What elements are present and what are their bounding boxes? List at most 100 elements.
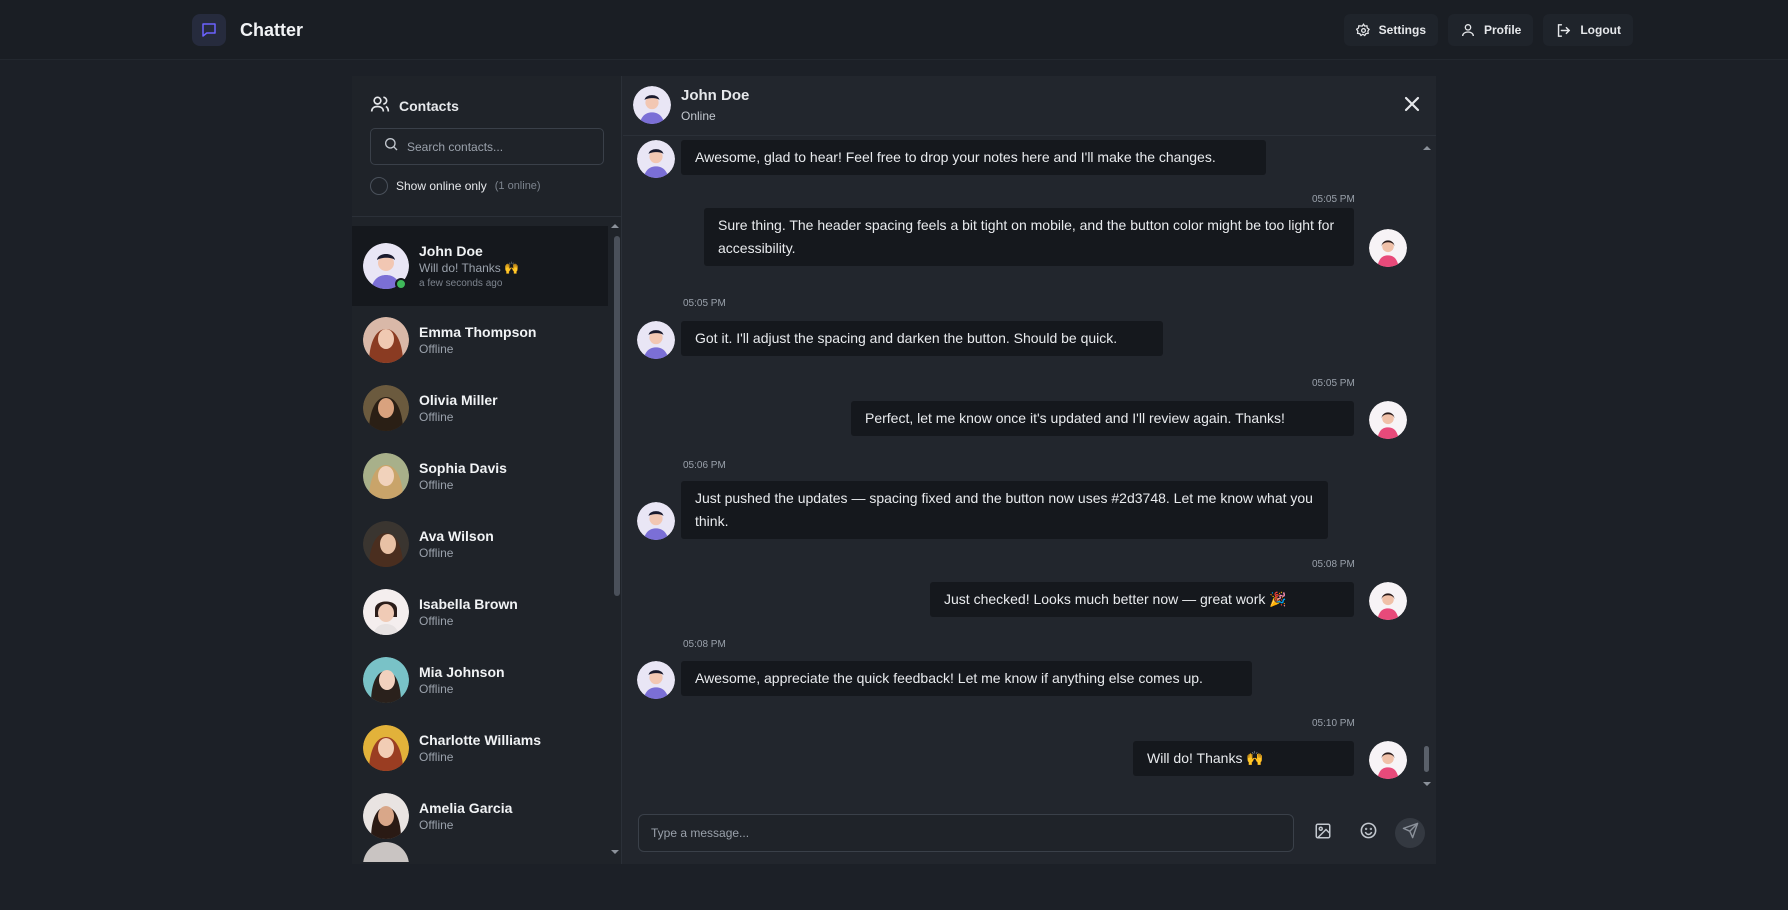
contact-info: Emma Thompson Offline (419, 323, 536, 358)
settings-button[interactable]: Settings (1343, 14, 1438, 46)
logout-label: Logout (1580, 23, 1621, 37)
contact-item[interactable]: Ava Wilson Offline (352, 510, 608, 578)
gear-icon (1355, 22, 1371, 38)
nav-actions: Settings Profile Logout (1343, 14, 1633, 46)
contact-status: Offline (419, 613, 454, 628)
avatar (1369, 741, 1407, 779)
contact-name: Mia Johnson (419, 663, 505, 680)
contact-item[interactable]: Amelia Garcia Offline (352, 782, 608, 850)
contact-status: Offline (419, 341, 454, 356)
avatar (1369, 229, 1407, 267)
contact-item[interactable]: Sophia Davis Offline (352, 442, 608, 510)
contact-status: Offline (419, 477, 454, 492)
contacts-title: Contacts (399, 97, 459, 114)
contact-item[interactable]: Emma Thompson Offline (352, 306, 608, 374)
contact-item[interactable]: Mia Johnson Offline (352, 646, 608, 714)
contact-time: a few seconds ago (419, 277, 503, 289)
message-composer (623, 796, 1436, 864)
chat-contact-status: Online (681, 109, 716, 123)
message-time: 05:05 PM (1312, 194, 1355, 205)
message-time: 05:08 PM (1312, 559, 1355, 570)
online-only-toggle[interactable]: Show online only (1 online) (370, 177, 541, 195)
message-bubble: Got it. I'll adjust the spacing and dark… (681, 321, 1163, 356)
logout-button[interactable]: Logout (1543, 14, 1633, 46)
message-time: 05:08 PM (683, 639, 726, 650)
attach-image-button[interactable] (1308, 818, 1338, 848)
scroll-down-arrow[interactable] (611, 850, 619, 854)
message-list: Awesome, glad to hear! Feel free to drop… (623, 137, 1436, 795)
contacts-scroll-thumb[interactable] (614, 236, 620, 596)
contact-name: Sophia Davis (419, 459, 507, 476)
contact-info: Mia Johnson Offline (419, 663, 505, 698)
message-bubble: Perfect, let me know once it's updated a… (851, 401, 1354, 436)
online-indicator (395, 278, 407, 290)
online-only-checkbox[interactable] (370, 177, 388, 195)
sidebar-header: Contacts Show online only (1 online) (352, 76, 621, 217)
close-chat-button[interactable] (1400, 92, 1424, 116)
chat-scroll-down-arrow[interactable] (1423, 782, 1431, 786)
message-bubble: Sure thing. The header spacing feels a b… (704, 208, 1354, 266)
logout-icon (1555, 22, 1572, 39)
search-box[interactable] (370, 128, 604, 165)
avatar (363, 589, 409, 635)
avatar (363, 521, 409, 567)
message-time: 05:05 PM (1312, 378, 1355, 389)
send-button[interactable] (1395, 818, 1425, 848)
avatar (633, 86, 671, 124)
contact-status: Offline (419, 749, 454, 764)
search-input[interactable] (407, 139, 597, 154)
avatar (363, 453, 409, 499)
contact-info: Amelia Garcia Offline (419, 799, 512, 834)
search-icon (383, 136, 399, 157)
avatar (1369, 401, 1407, 439)
online-count: (1 online) (494, 180, 541, 192)
scroll-up-arrow[interactable] (611, 224, 619, 228)
chat-app: Contacts Show online only (1 online) (352, 76, 1436, 864)
online-only-label: Show online only (396, 179, 487, 193)
contact-info: Olivia Miller Offline (419, 391, 498, 426)
contact-last-message: Will do! Thanks 🙌 (419, 260, 520, 275)
contact-status: Offline (419, 817, 454, 832)
chat-scroll-up-arrow[interactable] (1423, 146, 1431, 150)
chat-header: John Doe Online (623, 76, 1436, 136)
contact-name: Olivia Miller (419, 391, 498, 408)
contact-item[interactable]: John Doe Will do! Thanks 🙌 a few seconds… (352, 226, 608, 306)
brand[interactable]: Chatter (192, 14, 303, 46)
message-input[interactable] (638, 814, 1294, 852)
chat-scroll-thumb[interactable] (1424, 746, 1429, 772)
profile-label: Profile (1484, 23, 1522, 37)
contact-name: Amelia Garcia (419, 799, 513, 816)
profile-button[interactable]: Profile (1448, 14, 1534, 46)
settings-label: Settings (1378, 23, 1426, 37)
avatar (363, 657, 409, 703)
message-bubble: Will do! Thanks 🙌 (1133, 741, 1354, 776)
contact-name: Ava Wilson (419, 527, 494, 544)
message-bubble: Just checked! Looks much better now — gr… (930, 582, 1354, 617)
contact-list: John Doe Will do! Thanks 🙌 a few seconds… (352, 226, 608, 862)
contact-status: Offline (419, 545, 454, 560)
contact-info: Charlotte Williams Offline (419, 731, 541, 766)
avatar (363, 725, 409, 771)
top-navbar: Chatter Settings Profile Logout (0, 0, 1788, 60)
contact-item[interactable]: Olivia Miller Offline (352, 374, 608, 442)
contact-name: John Doe (419, 242, 483, 259)
contact-info: Ava Wilson Offline (419, 527, 494, 562)
chat-bubble-icon (192, 14, 226, 46)
app-title: Chatter (240, 19, 304, 40)
message-bubble: Just pushed the updates — spacing fixed … (681, 481, 1328, 539)
contacts-heading: Contacts (370, 94, 459, 117)
contact-item[interactable]: Isabella Brown Offline (352, 578, 608, 646)
contact-name: Isabella Brown (419, 595, 518, 612)
avatar (637, 140, 675, 178)
contact-status: Offline (419, 681, 454, 696)
emoji-button[interactable] (1353, 818, 1383, 848)
contacts-sidebar: Contacts Show online only (1 online) (352, 76, 622, 864)
contact-item[interactable]: Charlotte Williams Offline (352, 714, 608, 782)
contact-name: Charlotte Williams (419, 731, 542, 748)
message-time: 05:05 PM (683, 298, 726, 309)
emoji-icon (1359, 821, 1378, 845)
contact-item-partial[interactable] (352, 842, 608, 862)
message-bubble: Awesome, glad to hear! Feel free to drop… (681, 140, 1266, 175)
contact-name: Emma Thompson (419, 323, 537, 340)
avatar (637, 321, 675, 359)
